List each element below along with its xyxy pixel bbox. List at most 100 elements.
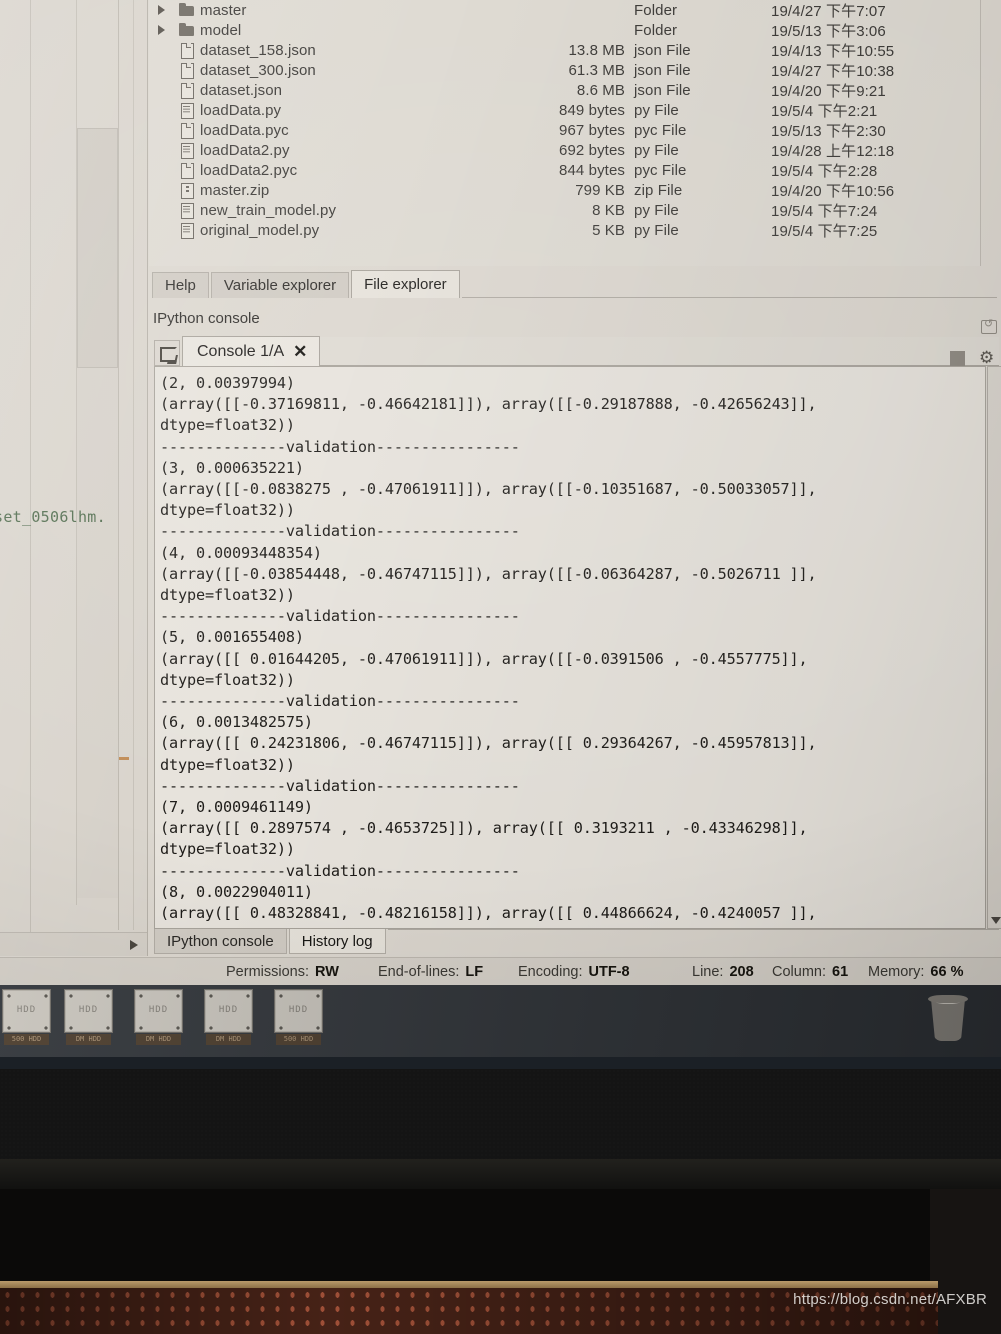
doc-icon — [179, 62, 194, 79]
file-size-label: 5 KB — [592, 221, 625, 239]
trash-icon[interactable] — [925, 991, 971, 1047]
dock-tab-ipython-console[interactable]: IPython console — [154, 929, 287, 954]
editor-vertical-scrollbar-track[interactable] — [77, 368, 118, 898]
watermark: https://blog.csdn.net/AFXBR — [793, 1291, 987, 1308]
file-name-cell: model — [179, 20, 241, 40]
file-name-label: master.zip — [200, 181, 270, 199]
hdd-icon-body — [64, 989, 113, 1033]
close-icon[interactable]: ✕ — [293, 343, 307, 360]
file-size-label: 849 bytes — [559, 101, 625, 119]
file-type-label: py File — [634, 101, 679, 119]
py-icon — [179, 102, 194, 119]
tab-file-explorer[interactable]: File explorer — [351, 270, 460, 298]
file-name-cell: master — [179, 0, 246, 20]
editor-code-fragment: set_0506lhm. — [0, 508, 106, 526]
editor-horizontal-scrollbar[interactable] — [0, 932, 147, 956]
status-column: Column: 61 — [772, 964, 848, 980]
console-vertical-scrollbar[interactable] — [987, 366, 1001, 929]
desk-edge-strip — [0, 1281, 938, 1288]
folder-icon — [179, 2, 194, 18]
trash-opening — [934, 997, 962, 1004]
file-type-label: pyc File — [634, 121, 687, 139]
tab-variable-explorer[interactable]: Variable explorer — [210, 272, 350, 298]
gear-icon[interactable]: ⚙ — [979, 349, 995, 366]
editor-pane[interactable]: set_0506lhm. — [0, 0, 148, 956]
console-output-area[interactable]: (2, 0.00397994) (array([[-0.37169811, -0… — [154, 366, 986, 929]
file-name-label: original_model.py — [200, 221, 320, 239]
file-row[interactable]: original_model.py 5 KB py File 19/5/4 下午7:2… — [149, 220, 980, 240]
laptop-screen: set_0506lhm. master Folder 19/4/27 下午7:07 m… — [0, 0, 1001, 985]
expand-arrow-icon[interactable] — [158, 25, 165, 35]
laptop-deck-ridge — [0, 1159, 1001, 1189]
file-row[interactable]: new_train_model.py 8 KB py File 19/5/4 下午7:… — [149, 200, 980, 220]
console-tab-console-1a[interactable]: Console 1/A ✕ — [182, 336, 321, 366]
file-row[interactable]: master Folder 19/4/27 下午7:07 — [149, 0, 980, 20]
laptop-deck-upper — [0, 1069, 1001, 1159]
file-row[interactable]: loadData2.pyc 844 bytes pyc File 19/5/4 下午2… — [149, 160, 980, 180]
status-label: Column: — [772, 963, 826, 980]
hdd-drive-icon[interactable]: HDD 500 HDD — [272, 989, 325, 1051]
file-row[interactable]: dataset.json 8.6 MB json File 19/4/20 下午9:2… — [149, 80, 980, 100]
scroll-down-arrow-icon[interactable] — [991, 917, 1001, 924]
hdd-drive-icon[interactable]: HDD DM HDD — [202, 989, 255, 1051]
hdd-drive-icon[interactable]: HDD DM HDD — [132, 989, 185, 1051]
doc-icon — [179, 162, 194, 179]
scroll-right-arrow-icon[interactable] — [130, 940, 138, 950]
file-type-label: py File — [634, 141, 679, 159]
doc-icon — [179, 122, 194, 139]
file-name-label: master — [200, 1, 247, 19]
file-name-label: loadData2.py — [200, 141, 290, 159]
file-name-cell: loadData2.py — [179, 140, 290, 160]
hdd-drive-icon[interactable]: HDD DM HDD — [62, 989, 115, 1051]
expand-arrow-icon[interactable] — [158, 5, 165, 15]
laptop-deck-side — [930, 1189, 1001, 1334]
status-memory: Memory: 66 % — [868, 964, 963, 980]
status-encoding: Encoding: UTF-8 — [518, 964, 630, 980]
status-value: 208 — [729, 963, 754, 980]
dock-tab-history-log[interactable]: History log — [288, 929, 386, 954]
status-value: 66 % — [930, 963, 964, 980]
undock-icon[interactable] — [981, 317, 997, 334]
file-date-label: 19/5/4 下午2:21 — [771, 102, 878, 120]
file-row[interactable]: loadData2.py 692 bytes py File 19/4/28 上午12… — [149, 140, 980, 160]
file-date-label: 19/5/4 下午7:25 — [771, 222, 878, 240]
hdd-icon-label: HDD — [218, 1005, 239, 1015]
hdd-drive-icon[interactable]: HDD 500 HDD — [0, 989, 53, 1051]
hdd-icon-body — [274, 989, 323, 1033]
file-size-label: 844 bytes — [559, 161, 625, 179]
photographed-laptop-screen: set_0506lhm. master Folder 19/4/27 下午7:07 m… — [0, 0, 1001, 1334]
pane-tab-bar[interactable]: Help Variable explorer File explorer — [152, 270, 997, 298]
status-value: UTF-8 — [588, 963, 630, 980]
file-name-label: loadData2.pyc — [200, 161, 298, 179]
hdd-icon-body — [134, 989, 183, 1033]
status-value: RW — [315, 963, 339, 980]
file-row[interactable]: dataset_158.json 13.8 MB json File 19/4/13 … — [149, 40, 980, 60]
console-tab-label: Console 1/A — [197, 342, 285, 360]
file-size-label: 61.3 MB — [568, 61, 625, 79]
hdd-icon-body — [2, 989, 51, 1033]
status-value: LF — [465, 963, 484, 980]
file-name-label: loadData.py — [200, 101, 282, 119]
file-explorer-list[interactable]: master Folder 19/4/27 下午7:07 model Folder 19/… — [149, 0, 981, 266]
trash-rim — [928, 995, 968, 1003]
editor-vertical-scrollbar-thumb[interactable] — [77, 128, 118, 368]
file-date-label: 19/4/20 下午10:56 — [771, 182, 895, 200]
file-date-label: 19/4/27 下午10:38 — [771, 62, 895, 80]
console-tab-bar[interactable]: Console 1/A ✕ — [154, 336, 999, 366]
bottom-dock-tab-bar[interactable]: IPython console History log — [154, 929, 999, 956]
file-type-label: py File — [634, 201, 679, 219]
file-row[interactable]: model Folder 19/5/13 下午3:06 — [149, 20, 980, 40]
tab-help[interactable]: Help — [152, 272, 209, 298]
file-name-cell: new_train_model.py — [179, 200, 336, 220]
stop-icon[interactable] — [950, 350, 965, 366]
file-row[interactable]: loadData.py 849 bytes py File 19/5/4 下午2:21 — [149, 100, 980, 120]
file-name-cell: loadData.py — [179, 100, 281, 120]
doc-icon — [179, 82, 194, 99]
hdd-icon-caption: DM HDD — [206, 1034, 251, 1045]
file-name-label: model — [200, 21, 242, 39]
browse-tabs-icon[interactable] — [154, 340, 180, 366]
file-row[interactable]: master.zip 799 KB zip File 19/4/20 下午10:56 — [149, 180, 980, 200]
file-row[interactable]: dataset_300.json 61.3 MB json File 19/4/27 … — [149, 60, 980, 80]
console-toolbar[interactable]: ⚙ — [950, 349, 995, 366]
file-row[interactable]: loadData.pyc 967 bytes pyc File 19/5/13 下午2… — [149, 120, 980, 140]
